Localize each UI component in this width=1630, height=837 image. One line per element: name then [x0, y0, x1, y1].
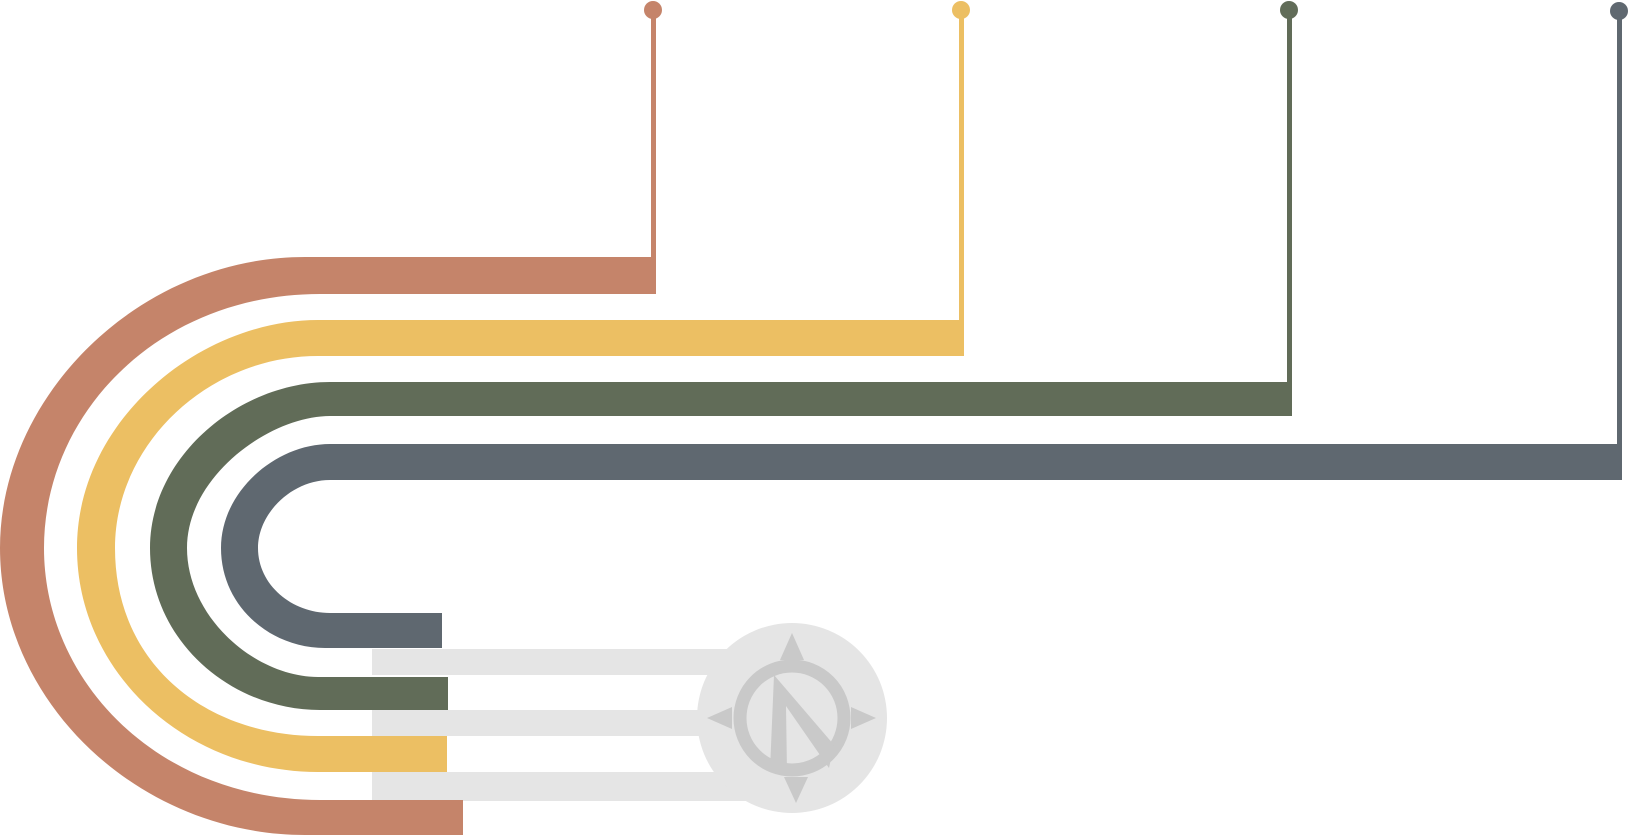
pin-1	[644, 1, 662, 294]
pin-stem-2	[959, 14, 964, 356]
connector-bars	[372, 649, 752, 801]
connector-bar-3	[372, 772, 752, 801]
pin-dot-3	[1280, 1, 1298, 19]
connector-bar-1	[372, 649, 732, 675]
compass-icon	[697, 623, 887, 813]
pin-3	[1280, 1, 1298, 416]
pin-dot-1	[644, 1, 662, 19]
pin-2	[952, 1, 970, 356]
band-4	[221, 444, 1622, 648]
pin-stem-1	[651, 14, 656, 294]
infographic-canvas	[0, 1, 1628, 835]
pin-stem-3	[1287, 14, 1292, 416]
pin-4	[1610, 2, 1628, 480]
connector-bar-2	[372, 710, 712, 736]
pin-dot-2	[952, 1, 970, 19]
pin-stem-4	[1617, 14, 1622, 480]
pin-dot-4	[1610, 2, 1628, 20]
